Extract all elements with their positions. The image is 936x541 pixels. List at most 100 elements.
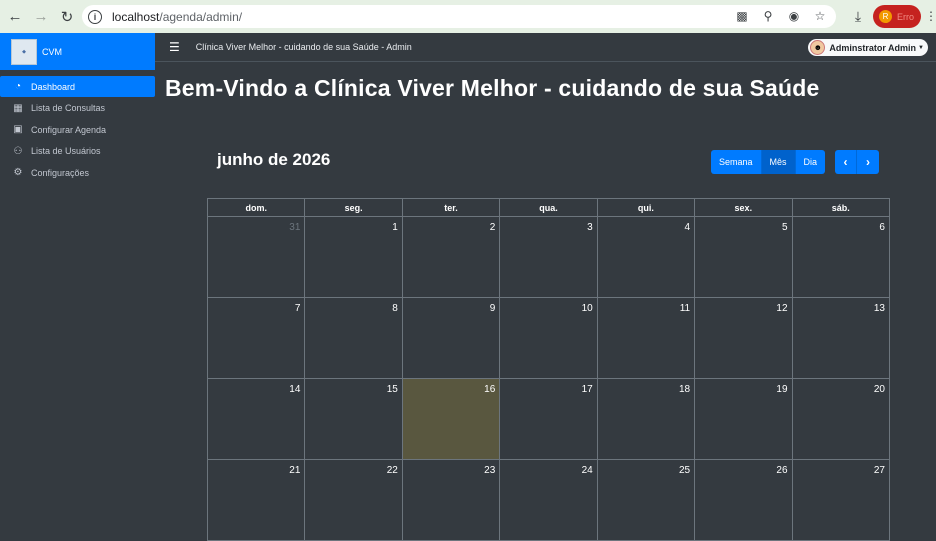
calendar-day-cell[interactable]: 2 xyxy=(402,217,501,298)
eye-icon[interactable]: ◉ xyxy=(786,8,802,24)
calendar-day-today[interactable]: 16 xyxy=(402,379,501,460)
sidebar-item-agenda[interactable]: ▣ Configurar Agenda xyxy=(0,119,155,140)
calendar-day-cell[interactable]: 19 xyxy=(695,379,793,460)
sidebar-nav: ◔ Dashboard ▦ Lista de Consultas ▣ Confi… xyxy=(0,76,155,183)
url-text[interactable]: localhost/agenda/admin/ xyxy=(112,10,242,24)
day-number[interactable]: 7 xyxy=(295,303,301,314)
weekday-header-cell: sáb. xyxy=(792,199,890,217)
day-number[interactable]: 31 xyxy=(289,222,300,233)
calendar-body: 31 1 2 3 4 5 6 7 8 9 10 11 12 13 14 15 16 17 18 19 20 21 22 23 2… xyxy=(208,217,890,541)
day-number[interactable]: 14 xyxy=(289,384,300,395)
hamburger-menu-icon[interactable]: ☰ xyxy=(169,40,180,54)
calendar-day-cell[interactable]: 26 xyxy=(695,460,793,541)
translate-icon[interactable]: ▩ xyxy=(734,8,750,24)
weekday-header-cell: dom. xyxy=(208,199,306,217)
view-week-button[interactable]: Semana xyxy=(711,150,762,174)
day-number[interactable]: 9 xyxy=(490,303,496,314)
day-number[interactable]: 12 xyxy=(776,303,787,314)
calendar-day-cell[interactable]: 23 xyxy=(402,460,501,541)
address-bar[interactable]: i localhost/agenda/admin/ ▩ ⚲ ◉ ☆ xyxy=(82,5,836,28)
day-number[interactable]: 21 xyxy=(289,465,300,476)
site-info-icon[interactable]: i xyxy=(88,9,102,24)
day-number[interactable]: 5 xyxy=(782,222,788,233)
day-number[interactable]: 8 xyxy=(392,303,398,314)
url-host: localhost xyxy=(112,9,160,24)
browser-menu-icon[interactable]: ⋮ xyxy=(925,9,936,23)
day-number[interactable]: 10 xyxy=(582,303,593,314)
day-number[interactable]: 17 xyxy=(582,384,593,395)
navbar-title: Clínica Viver Melhor - cuidando de sua S… xyxy=(195,42,412,52)
calendar-day-cell[interactable]: 24 xyxy=(500,460,598,541)
calendar-day-cell[interactable]: 18 xyxy=(597,379,696,460)
calendar-day-cell[interactable]: 14 xyxy=(208,379,306,460)
day-number[interactable]: 6 xyxy=(879,222,885,233)
download-icon[interactable]: ⤓ xyxy=(848,6,868,26)
calendar-day-cell[interactable]: 17 xyxy=(500,379,598,460)
bookmark-star-icon[interactable]: ☆ xyxy=(812,8,828,24)
day-number[interactable]: 24 xyxy=(582,465,593,476)
day-number[interactable]: 3 xyxy=(587,222,593,233)
calendar-day-cell[interactable]: 10 xyxy=(500,298,598,379)
calendar-edit-icon: ▣ xyxy=(13,124,23,135)
calendar-day-cell[interactable]: 21 xyxy=(208,460,306,541)
day-number[interactable]: 16 xyxy=(484,384,495,395)
sidebar-item-consultas[interactable]: ▦ Lista de Consultas xyxy=(0,98,155,119)
calendar-day-cell[interactable]: 22 xyxy=(305,460,403,541)
calendar: junho de 2026 Semana Mês Dia ‹ › dom. seg… xyxy=(155,120,936,541)
zoom-icon[interactable]: ⚲ xyxy=(760,8,776,24)
day-number[interactable]: 4 xyxy=(685,222,691,233)
sidebar-item-usuarios[interactable]: ⚇ Lista de Usuários xyxy=(0,141,155,162)
sidebar-item-label: Lista de Usuários xyxy=(31,146,101,156)
main-content: Bem-Vindo a Clínica Viver Melhor - cuida… xyxy=(155,62,936,541)
users-icon: ⚇ xyxy=(13,145,23,157)
user-menu-button[interactable]: ☻ Adminstrator Admin ▼ xyxy=(808,39,928,56)
brand-logo: ◆ xyxy=(11,38,37,65)
profile-avatar: R xyxy=(879,10,892,23)
back-icon[interactable]: ← xyxy=(4,6,26,28)
calendar-grid: dom. seg. ter. qua. qui. sex. sáb. 31 1 2 3 4 5 6 7 8 9… xyxy=(207,198,890,541)
day-number[interactable]: 25 xyxy=(679,465,690,476)
profile-button[interactable]: R Erro xyxy=(873,5,921,28)
day-number[interactable]: 1 xyxy=(392,222,398,233)
view-month-button[interactable]: Mês xyxy=(761,150,796,174)
sidebar-item-label: Dashboard xyxy=(31,81,76,92)
chevron-right-icon[interactable]: › xyxy=(857,150,879,174)
brand-link[interactable]: ◆ CVM xyxy=(0,33,155,70)
calendar-day-cell[interactable]: 7 xyxy=(208,298,306,379)
calendar-day-cell[interactable]: 31 xyxy=(208,217,306,298)
weekday-header-cell: seg. xyxy=(305,199,403,217)
sidebar-item-configuracoes[interactable]: ⚙ Configurações xyxy=(0,162,155,183)
calendar-day-cell[interactable]: 1 xyxy=(305,217,403,298)
day-number[interactable]: 27 xyxy=(874,465,885,476)
day-number[interactable]: 26 xyxy=(776,465,787,476)
day-number[interactable]: 23 xyxy=(484,465,495,476)
day-number[interactable]: 19 xyxy=(776,384,787,395)
calendar-day-cell[interactable]: 15 xyxy=(305,379,403,460)
calendar-day-cell[interactable]: 20 xyxy=(792,379,890,460)
calendar-day-cell[interactable]: 11 xyxy=(597,298,696,379)
day-number[interactable]: 20 xyxy=(874,384,885,395)
calendar-day-cell[interactable]: 25 xyxy=(597,460,696,541)
sidebar-item-label: Lista de Consultas xyxy=(31,103,106,113)
calendar-day-cell[interactable]: 12 xyxy=(695,298,793,379)
calendar-day-cell[interactable]: 8 xyxy=(305,298,403,379)
day-number[interactable]: 15 xyxy=(387,384,398,395)
forward-icon[interactable]: → xyxy=(30,6,52,28)
day-number[interactable]: 2 xyxy=(490,222,496,233)
calendar-day-cell[interactable]: 13 xyxy=(792,298,890,379)
calendar-day-cell[interactable]: 9 xyxy=(402,298,501,379)
day-number[interactable]: 11 xyxy=(680,303,690,314)
calendar-day-cell[interactable]: 6 xyxy=(792,217,890,298)
view-day-button[interactable]: Dia xyxy=(795,150,826,174)
day-number[interactable]: 22 xyxy=(387,465,398,476)
calendar-day-cell[interactable]: 4 xyxy=(597,217,696,298)
browser-toolbar: ← → ↻ i localhost/agenda/admin/ ▩ ⚲ ◉ ☆ … xyxy=(0,0,936,33)
reload-icon[interactable]: ↻ xyxy=(56,6,78,28)
calendar-day-cell[interactable]: 5 xyxy=(695,217,793,298)
calendar-day-cell[interactable]: 27 xyxy=(792,460,890,541)
chevron-left-icon[interactable]: ‹ xyxy=(835,150,857,174)
day-number[interactable]: 18 xyxy=(679,384,690,395)
sidebar-item-dashboard[interactable]: ◔ Dashboard xyxy=(0,76,155,97)
calendar-day-cell[interactable]: 3 xyxy=(500,217,598,298)
day-number[interactable]: 13 xyxy=(874,303,885,314)
